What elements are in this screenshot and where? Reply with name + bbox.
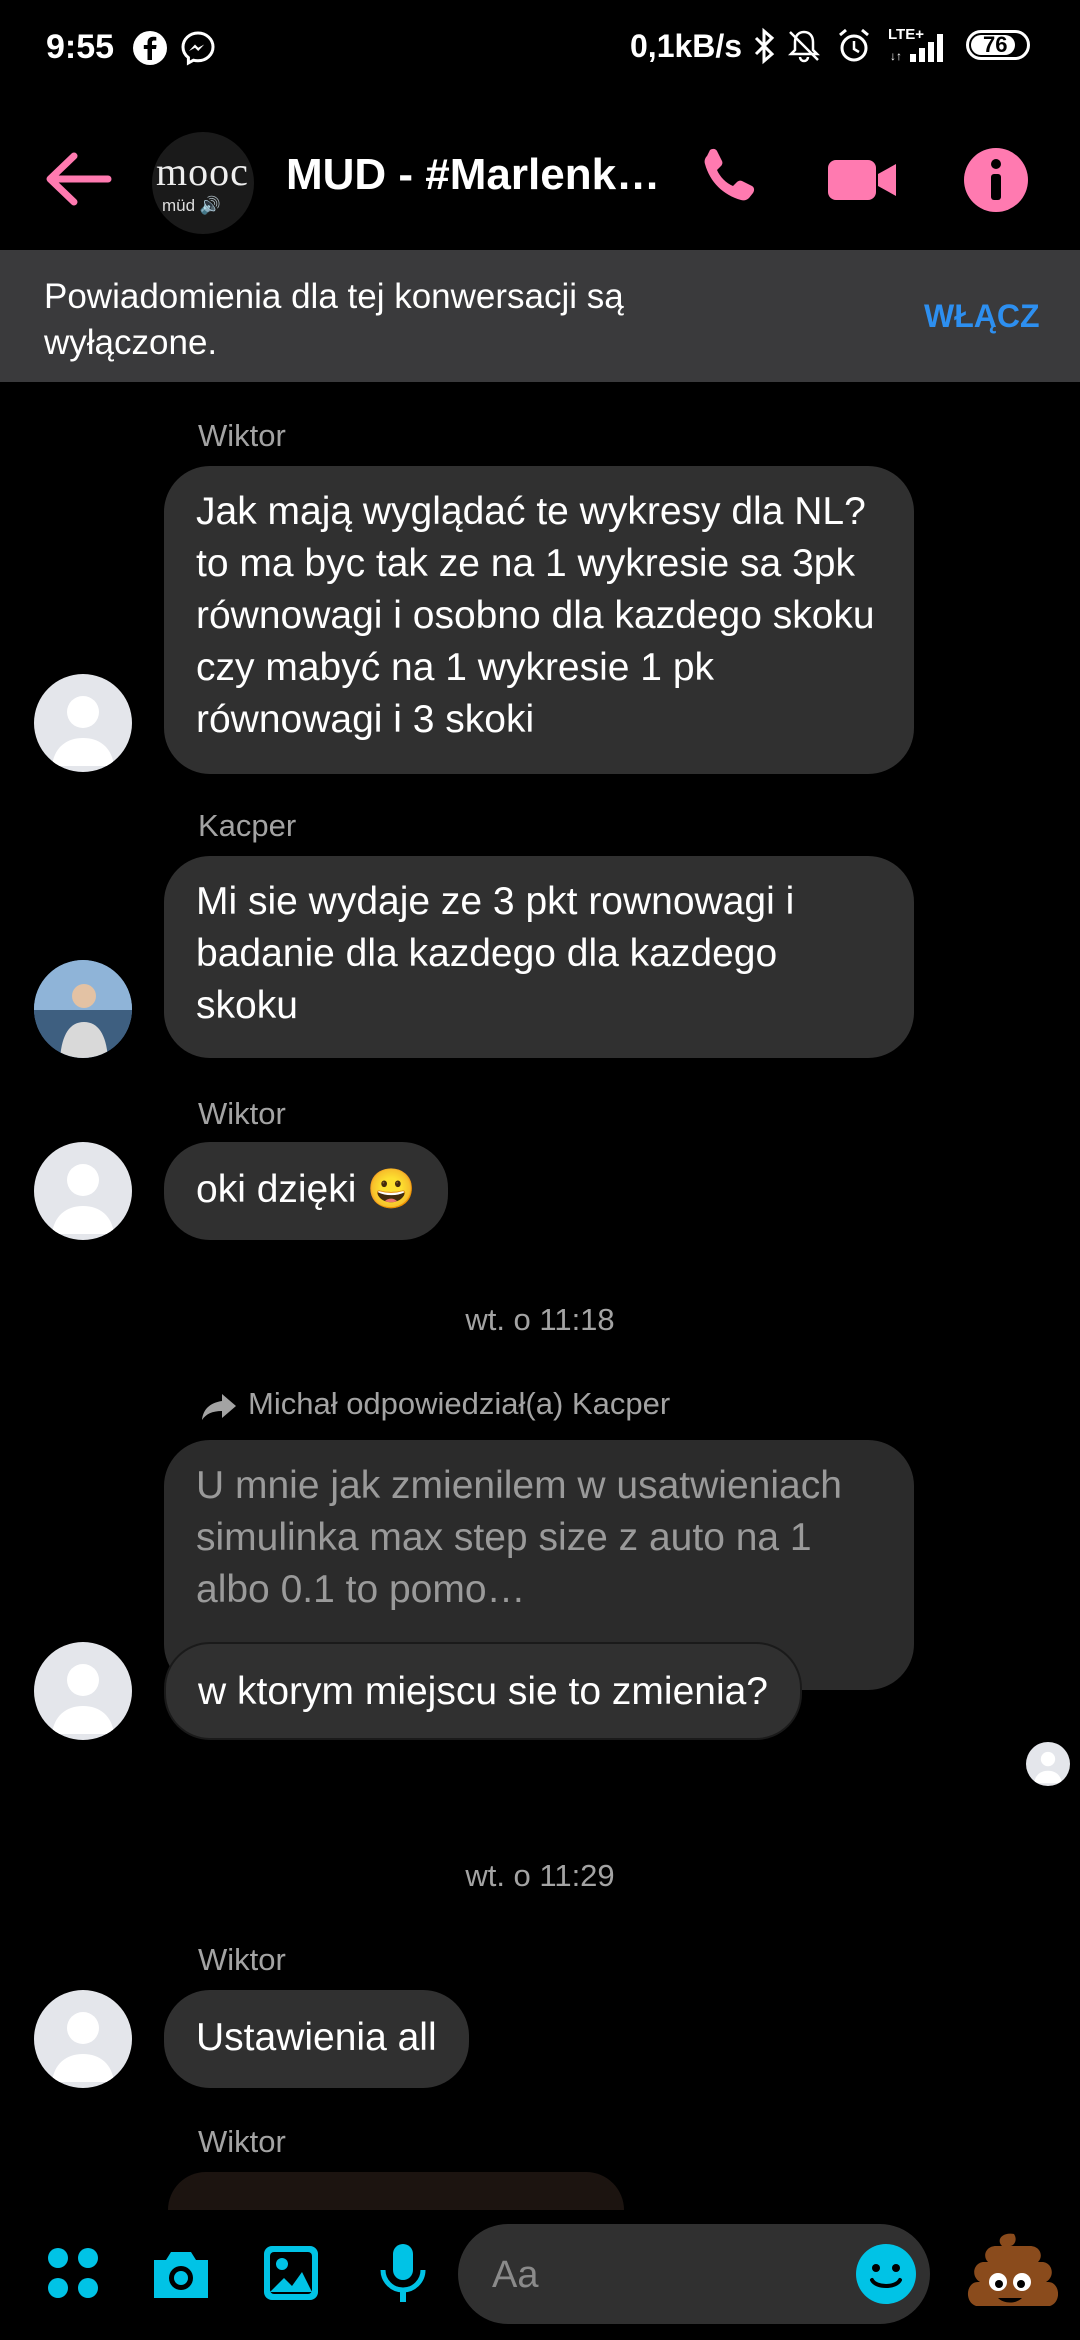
poop-emoji-icon[interactable]: [962, 2226, 1058, 2322]
message-composer: [0, 2210, 1080, 2340]
default-user-icon: [52, 1164, 114, 1234]
avatar[interactable]: [34, 674, 132, 772]
enable-notifications-button[interactable]: WŁĄCZ: [924, 298, 1040, 335]
status-time: 9:55: [46, 28, 115, 66]
battery-icon: 76: [966, 30, 1030, 60]
sender-name: Wiktor: [198, 1096, 286, 1131]
avatar[interactable]: [34, 1142, 132, 1240]
notice-text: Powiadomienia dla tej konwersacji są wył…: [44, 277, 624, 362]
image-message-preview[interactable]: [168, 2172, 624, 2210]
phone-call-icon[interactable]: [688, 140, 768, 220]
sender-name: Wiktor: [198, 418, 286, 453]
video-call-icon[interactable]: [822, 140, 902, 220]
sender-name: Wiktor: [198, 2124, 286, 2159]
avatar[interactable]: [34, 960, 132, 1058]
group-avatar-logo: mooc: [156, 149, 249, 194]
bell-off-icon: [787, 30, 821, 63]
default-user-icon: [52, 1664, 114, 1734]
alarm-icon: [839, 28, 869, 62]
message-bubble[interactable]: Jak mają wyglądać te wykresy dla NL? to …: [164, 466, 914, 774]
facebook-icon: [133, 31, 167, 65]
avatar[interactable]: [34, 1642, 132, 1740]
message-bubble[interactable]: oki dzięki 😀: [164, 1142, 448, 1240]
conversation-header: mooc müd 🔊 MUD - #Marlenka…: [0, 110, 1080, 250]
message-input-container: [458, 2224, 930, 2324]
timestamp: wt. o 11:29: [465, 1858, 615, 1893]
reply-header: Michał odpowiedział(a) Kacper: [248, 1386, 671, 1421]
signal-icon: ↓↑: [890, 34, 943, 63]
message-input[interactable]: [490, 2246, 834, 2304]
group-avatar-caption: müd 🔊: [162, 196, 221, 215]
conversation-title[interactable]: MUD - #Marlenka…: [286, 150, 666, 200]
message-bubble[interactable]: w ktorym miejscu sie to zmienia?: [164, 1642, 802, 1740]
default-user-icon: [52, 696, 114, 766]
read-receipt-avatar: [1026, 1742, 1070, 1786]
network-speed: 0,1kB/s: [630, 28, 743, 64]
svg-text:↓↑: ↓↑: [890, 49, 902, 63]
default-user-icon: [1034, 1751, 1062, 1784]
avatar[interactable]: [34, 1990, 132, 2088]
battery-level: 76: [983, 32, 1008, 57]
emoji-icon[interactable]: [850, 2238, 922, 2310]
sender-name: Wiktor: [198, 1942, 286, 1977]
user-photo: [34, 960, 132, 1058]
camera-icon[interactable]: [146, 2238, 216, 2308]
apps-grid-icon[interactable]: [38, 2238, 108, 2308]
reply-arrow-icon: [202, 1394, 236, 1420]
bluetooth-icon: [754, 27, 775, 65]
message-bubble[interactable]: Mi sie wydaje ze 3 pkt rownowagi i badan…: [164, 856, 914, 1058]
status-bar: 9:55 0,1kB/s LTE+ ↓↑ 76: [0, 0, 1080, 96]
group-avatar[interactable]: mooc müd 🔊: [152, 132, 254, 234]
sender-name: Kacper: [198, 808, 297, 843]
back-arrow-icon[interactable]: [40, 144, 120, 214]
gallery-icon[interactable]: [256, 2238, 326, 2308]
messenger-icon: [181, 31, 215, 66]
info-icon[interactable]: [956, 140, 1036, 220]
default-user-icon: [52, 2012, 114, 2082]
notifications-muted-banner: Powiadomienia dla tej konwersacji są wył…: [0, 250, 1080, 382]
message-bubble[interactable]: Ustawienia all: [164, 1990, 469, 2088]
timestamp: wt. o 11:18: [465, 1302, 615, 1337]
microphone-icon[interactable]: [368, 2238, 438, 2308]
